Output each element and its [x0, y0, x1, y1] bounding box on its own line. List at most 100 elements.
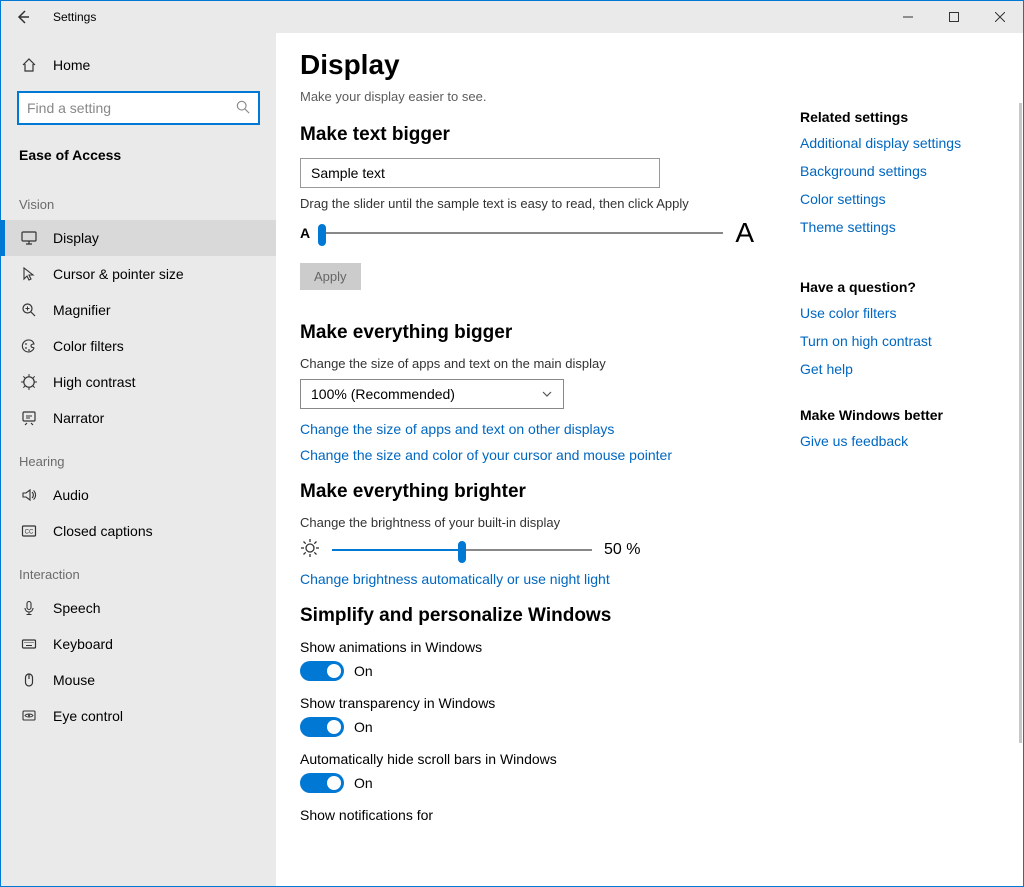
sidebar-item-keyboard[interactable]: Keyboard	[1, 626, 276, 662]
close-icon	[995, 12, 1005, 22]
sidebar-item-magnifier[interactable]: Magnifier	[1, 292, 276, 328]
toggle-knob	[327, 720, 341, 734]
section-make-text-bigger-heading: Make text bigger	[300, 124, 754, 146]
sidebar-item-label: High contrast	[53, 374, 135, 390]
sidebar-item-label: Eye control	[53, 708, 123, 724]
scale-description: Change the size of apps and text on the …	[300, 356, 754, 371]
maximize-button[interactable]	[931, 1, 977, 33]
related-link-1[interactable]: Background settings	[800, 163, 990, 179]
back-button[interactable]	[11, 5, 35, 29]
sidebar-item-mouse[interactable]: Mouse	[1, 662, 276, 698]
main-content: Display Make your display easier to see.…	[300, 49, 770, 886]
better-link-0[interactable]: Give us feedback	[800, 433, 990, 449]
mic-icon	[19, 600, 39, 616]
toggle-switch[interactable]	[300, 661, 344, 681]
home-button[interactable]: Home	[1, 49, 276, 81]
link-night-light[interactable]: Change brightness automatically or use n…	[300, 571, 754, 587]
eye-icon	[19, 708, 39, 724]
related-settings-header: Related settings	[800, 109, 990, 125]
search-input[interactable]	[27, 100, 236, 116]
brightness-thumb[interactable]	[458, 541, 466, 563]
sidebar-item-audio[interactable]: Audio	[1, 477, 276, 513]
text-slider-track[interactable]	[318, 232, 723, 234]
sidebar-item-speech[interactable]: Speech	[1, 590, 276, 626]
chevron-down-icon	[541, 388, 553, 400]
sidebar-item-eye[interactable]: Eye control	[1, 698, 276, 734]
brightness-fill	[332, 549, 462, 551]
home-label: Home	[53, 57, 90, 73]
mouse-icon	[19, 672, 39, 688]
minimize-icon	[903, 12, 913, 22]
toggle-row-0: Show animations in Windows On	[300, 639, 754, 681]
apply-button[interactable]: Apply	[300, 263, 361, 290]
scrollbar[interactable]	[1019, 103, 1022, 743]
toggle-state: On	[354, 719, 373, 735]
a-big-icon: A	[735, 217, 754, 249]
related-link-0[interactable]: Additional display settings	[800, 135, 990, 151]
sidebar-item-label: Speech	[53, 600, 100, 616]
a-small-icon: A	[300, 225, 310, 241]
magnify-icon	[19, 302, 39, 318]
sidebar-item-cc[interactable]: CC Closed captions	[1, 513, 276, 549]
toggle-state: On	[354, 663, 373, 679]
brightness-slider[interactable]: 50 %	[300, 538, 754, 561]
audio-icon	[19, 487, 39, 503]
maximize-icon	[949, 12, 959, 22]
toggle-label: Show animations in Windows	[300, 639, 754, 655]
sidebar-section-header: Ease of Access	[1, 141, 276, 179]
monitor-icon	[19, 230, 39, 246]
make-better-header: Make Windows better	[800, 407, 990, 423]
slider-hint: Drag the slider until the sample text is…	[300, 196, 754, 211]
cc-icon: CC	[19, 523, 39, 539]
text-size-slider[interactable]: A A	[300, 217, 754, 249]
brightness-value: 50 %	[604, 541, 640, 559]
related-link-2[interactable]: Color settings	[800, 191, 990, 207]
search-box[interactable]	[17, 91, 260, 125]
sidebar-item-filters[interactable]: Color filters	[1, 328, 276, 364]
section-make-brighter-heading: Make everything brighter	[300, 481, 754, 503]
back-icon	[15, 9, 31, 25]
toggle-knob	[327, 776, 341, 790]
sidebar-item-narrator[interactable]: Narrator	[1, 400, 276, 436]
sidebar-group-vision: Vision	[1, 179, 276, 220]
link-cursor-size-color[interactable]: Change the size and color of your cursor…	[300, 447, 754, 463]
scale-select[interactable]: 100% (Recommended)	[300, 379, 564, 409]
sidebar-item-label: Audio	[53, 487, 89, 503]
link-other-displays[interactable]: Change the size of apps and text on othe…	[300, 421, 754, 437]
page-subtitle: Make your display easier to see.	[300, 89, 754, 104]
contrast-icon	[19, 374, 39, 390]
cutoff-label: Show notifications for	[300, 807, 754, 823]
sidebar-item-contrast[interactable]: High contrast	[1, 364, 276, 400]
toggle-row-2: Automatically hide scroll bars in Window…	[300, 751, 754, 793]
close-button[interactable]	[977, 1, 1023, 33]
brightness-track[interactable]	[332, 549, 592, 551]
sidebar-item-display[interactable]: Display	[1, 220, 276, 256]
sidebar-item-label: Keyboard	[53, 636, 113, 652]
sample-text-box: Sample text	[300, 158, 660, 188]
minimize-button[interactable]	[885, 1, 931, 33]
keyboard-icon	[19, 636, 39, 652]
question-link-1[interactable]: Turn on high contrast	[800, 333, 990, 349]
window-controls	[885, 1, 1023, 33]
palette-icon	[19, 338, 39, 354]
page-title: Display	[300, 49, 754, 81]
toggle-knob	[327, 664, 341, 678]
sidebar-item-label: Magnifier	[53, 302, 111, 318]
question-link-0[interactable]: Use color filters	[800, 305, 990, 321]
sidebar-item-cursor[interactable]: Cursor & pointer size	[1, 256, 276, 292]
sidebar-item-label: Mouse	[53, 672, 95, 688]
text-slider-thumb[interactable]	[318, 224, 326, 246]
sidebar-group-hearing: Hearing	[1, 436, 276, 477]
scale-selected-value: 100% (Recommended)	[311, 386, 455, 402]
window-title: Settings	[53, 10, 96, 24]
related-link-3[interactable]: Theme settings	[800, 219, 990, 235]
toggle-switch[interactable]	[300, 773, 344, 793]
aside: Related settings Additional display sett…	[800, 49, 990, 886]
sidebar-item-label: Cursor & pointer size	[53, 266, 184, 282]
toggle-label: Show transparency in Windows	[300, 695, 754, 711]
home-icon	[19, 57, 39, 73]
toggle-switch[interactable]	[300, 717, 344, 737]
question-link-2[interactable]: Get help	[800, 361, 990, 377]
sidebar-item-label: Closed captions	[53, 523, 153, 539]
sidebar-item-label: Narrator	[53, 410, 104, 426]
